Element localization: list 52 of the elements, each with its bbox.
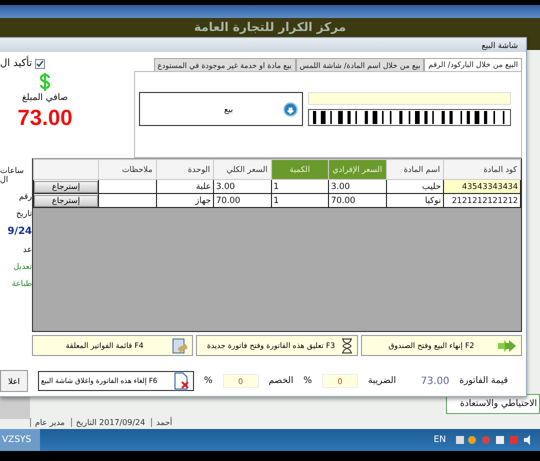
discount-label: الخصم — [268, 376, 294, 386]
table-cell: 1 — [271, 194, 328, 208]
app-title: مركز الكرار للتجارة العامة — [194, 19, 346, 34]
side-label: رقم — [18, 192, 32, 201]
return-button[interactable]: إسترجاع — [34, 180, 98, 192]
date-text: 9/24 — [7, 226, 32, 237]
confirm-label: تأكيد ال — [0, 58, 32, 69]
column-header[interactable]: كود المادة — [444, 160, 520, 180]
discount-field[interactable]: 0 — [222, 374, 259, 388]
table-cell: 70.00 — [328, 194, 386, 208]
column-header[interactable]: اسم المادة — [386, 160, 444, 180]
return-button[interactable]: إسترجاع — [34, 194, 98, 206]
column-header[interactable]: الوحدة — [156, 160, 214, 180]
invoice-value-label: قيمة الفاتورة — [459, 376, 508, 386]
table-cell: 3.00 — [214, 180, 271, 194]
document-delete-icon — [173, 372, 191, 390]
column-header[interactable]: السعر الكلي — [214, 160, 271, 180]
tax-field[interactable]: 0 — [322, 374, 358, 388]
side-link[interactable]: تعديل — [13, 262, 32, 271]
side-button[interactable]: اعلا — [0, 370, 28, 392]
table-cell: علبة — [156, 180, 214, 194]
table-cell: نوكيا — [386, 194, 444, 208]
hourglass-icon — [340, 338, 353, 354]
side-link[interactable]: طباعة — [12, 279, 32, 288]
arrow-icon — [497, 338, 517, 352]
barcode-input-field[interactable] — [308, 92, 511, 105]
net-amount-label: صافي المبلغ — [22, 93, 68, 103]
net-amount: 73.00 — [17, 105, 73, 131]
column-header[interactable]: ملاحظات — [98, 160, 156, 180]
status-text: أحمد — [151, 418, 172, 427]
dollar-icon — [39, 73, 51, 91]
sell-button[interactable]: بيع — [139, 92, 303, 126]
dialog-title: شاشة البيع — [482, 40, 518, 50]
invoice-value: 73.00 — [420, 376, 450, 386]
tax-label: الضريبة — [368, 376, 396, 386]
table-cell: 3.00 — [328, 180, 386, 194]
table-cell: 70.00 — [214, 194, 271, 208]
language-indicator[interactable]: EN — [434, 435, 446, 445]
side-label: عد — [23, 245, 32, 254]
confirm-checkbox[interactable] — [35, 58, 46, 68]
side-label: تاريخ — [16, 209, 32, 218]
table-cell: 2121212121212 — [444, 194, 520, 208]
table-cell: جهاز — [156, 194, 214, 208]
percent-sign: % — [303, 376, 312, 386]
status-text: 2017/09/24 التاريخ — [70, 418, 146, 427]
status-text: مدير عام — [30, 418, 65, 427]
percent-sign: % — [204, 376, 213, 386]
table-cell: 1 — [271, 180, 328, 194]
side-label: ساعات ال — [0, 166, 25, 184]
calculator-icon — [172, 338, 188, 354]
table-cell: 43543343434 — [444, 180, 520, 194]
table-cell: حليب — [386, 180, 444, 194]
